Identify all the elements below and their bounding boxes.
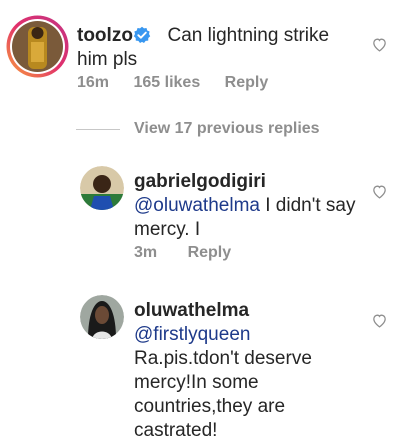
reply-button[interactable]: Reply [188, 244, 232, 261]
view-replies-line [76, 129, 120, 130]
verified-badge-icon [133, 26, 151, 51]
avatar[interactable] [80, 166, 124, 210]
comment-meta: 16m 165 likes Reply [77, 74, 288, 92]
reply-text-line2: mercy!In some [134, 372, 259, 393]
comment-text-line2: him pls [77, 49, 138, 70]
heart-icon[interactable] [371, 312, 388, 334]
heart-icon[interactable] [371, 36, 388, 58]
reply-text-line4: castrated! [134, 420, 218, 441]
reply-text: I didn't say [259, 195, 356, 216]
reply-text-line3: countries,they are [134, 396, 286, 417]
reply-body: gabrielgodigiri @oluwathelma I didn't sa… [134, 170, 355, 242]
reply-time: 3m [134, 244, 158, 261]
reply-meta: 3m Reply [134, 244, 251, 262]
avatar[interactable] [6, 15, 69, 78]
mention-link[interactable]: @oluwathelma [134, 195, 260, 216]
reply-username[interactable]: oluwathelma [134, 299, 312, 323]
reply-text-line2: mercy. I [134, 219, 201, 240]
comment-text: Can lightning strike [167, 25, 330, 46]
reply-text: Ra.pis.tdon't deserve [134, 348, 312, 369]
heart-icon[interactable] [371, 183, 388, 205]
comment-username[interactable]: toolzo [77, 25, 133, 46]
reply-body: oluwathelma @firstlyqueen Ra.pis.tdon't … [134, 299, 312, 443]
reply-button[interactable]: Reply [225, 74, 269, 91]
comment-likes[interactable]: 165 likes [133, 74, 200, 91]
comment-time: 16m [77, 74, 110, 91]
avatar[interactable] [80, 295, 124, 339]
comment-body: toolzo Can lightning strike him pls [77, 24, 329, 72]
view-previous-replies-button[interactable]: View 17 previous replies [134, 120, 320, 138]
reply-username[interactable]: gabrielgodigiri [134, 170, 355, 194]
mention-link[interactable]: @firstlyqueen [134, 323, 312, 347]
